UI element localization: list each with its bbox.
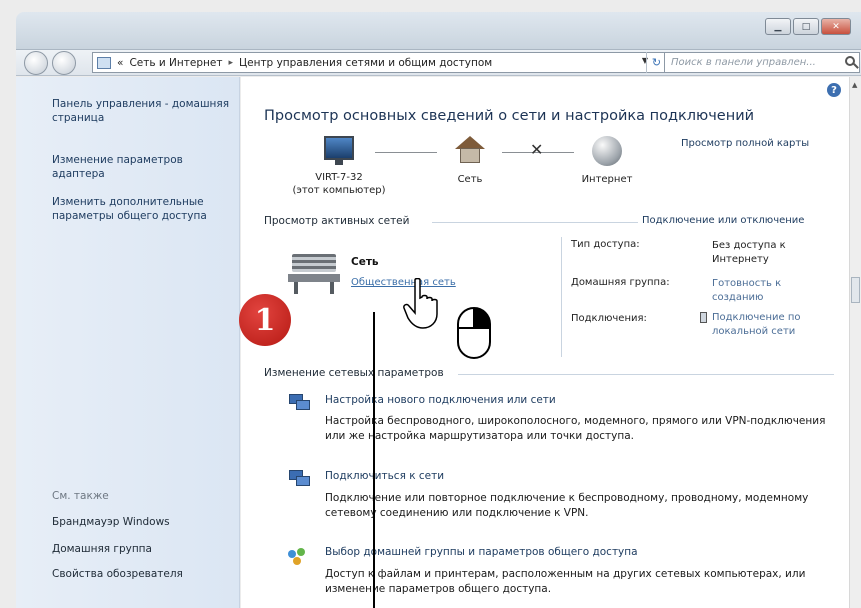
connections-label: Подключения: <box>571 313 647 324</box>
active-network-name: Сеть <box>351 256 379 268</box>
task-new-connection-link[interactable]: Настройка нового подключения или сети <box>325 394 556 406</box>
access-type-label: Тип доступа: <box>571 239 640 250</box>
sidebar-item-browser-properties[interactable]: Свойства обозревателя <box>52 568 183 580</box>
scroll-up-icon[interactable]: ▲ <box>852 81 857 89</box>
page-title: Просмотр основных сведений о сети и наст… <box>264 108 755 124</box>
map-node-internet: Интернет <box>574 136 640 185</box>
breadcrumb-separator: ▸ <box>228 57 233 68</box>
sidebar-item-sharing-settings[interactable]: Изменить дополнительные параметры общего… <box>52 195 232 223</box>
section-divider <box>458 374 834 375</box>
connect-network-icon <box>289 470 311 488</box>
computer-name: VIRT-7-32 <box>315 172 363 183</box>
computer-subtitle: (этот компьютер) <box>292 185 386 196</box>
hand-cursor-icon <box>403 278 438 329</box>
help-icon[interactable]: ? <box>827 83 841 97</box>
maximize-button[interactable]: □ <box>793 18 819 35</box>
forward-button[interactable] <box>52 51 76 75</box>
info-divider <box>561 237 562 357</box>
sidebar-item-adapter-settings[interactable]: Изменение параметров адаптера <box>52 153 232 181</box>
network-label: Сеть <box>457 174 483 185</box>
computer-icon <box>324 136 354 165</box>
internet-label: Интернет <box>581 174 633 185</box>
homegroup-value-link[interactable]: Готовность к созданию <box>712 277 832 305</box>
disconnected-x-icon: ✕ <box>530 140 544 159</box>
task-connect-link[interactable]: Подключиться к сети <box>325 470 444 482</box>
sidebar-item-home[interactable]: Панель управления - домашняя страница <box>52 97 232 125</box>
sidebar-item-homegroup[interactable]: Домашняя группа <box>52 543 152 555</box>
full-map-link[interactable]: Просмотр полной карты <box>681 138 809 149</box>
back-button[interactable] <box>24 51 48 75</box>
access-type-value: Без доступа к Интернету <box>712 240 786 265</box>
active-networks-heading: Просмотр активных сетей <box>264 215 410 227</box>
section-divider <box>432 222 638 223</box>
address-prefix: « <box>117 56 124 69</box>
task-new-connection-desc: Настройка беспроводного, широкополосного… <box>325 415 826 442</box>
public-network-icon <box>288 252 340 294</box>
task-connect-desc: Подключение или повторное подключение к … <box>325 492 809 519</box>
breadcrumb-network-center[interactable]: Центр управления сетями и общим доступом <box>239 57 492 69</box>
map-node-network: Сеть <box>440 136 500 185</box>
lan-connection-icon <box>700 312 707 323</box>
vertical-scrollbar[interactable]: ▲ <box>849 77 861 608</box>
globe-icon <box>592 136 622 166</box>
lan-connection-link[interactable]: Подключение по локальной сети <box>712 311 832 339</box>
network-icon <box>455 136 485 164</box>
address-bar[interactable]: « Сеть и Интернет ▸ Центр управления сет… <box>92 52 667 73</box>
control-panel-icon <box>97 56 111 69</box>
minimize-button[interactable]: ▁ <box>765 18 791 35</box>
mouse-icon <box>457 307 491 359</box>
map-node-computer: VIRT-7-32 (этот компьютер) <box>278 136 400 196</box>
map-link-line <box>375 152 437 153</box>
search-placeholder: Поиск в панели управлен... <box>671 57 816 68</box>
homegroup-icon <box>288 548 308 566</box>
close-button[interactable]: ✕ <box>821 18 851 35</box>
search-input[interactable]: Поиск в панели управлен... <box>664 52 860 73</box>
annotation-number-badge: 1 <box>239 294 291 346</box>
breadcrumb-network-internet[interactable]: Сеть и Интернет <box>129 57 222 69</box>
homegroup-label: Домашняя группа: <box>571 277 670 288</box>
search-icon[interactable] <box>845 56 855 66</box>
window-titlebar: ▁ □ ✕ <box>16 12 861 50</box>
scroll-thumb[interactable] <box>851 277 860 303</box>
sidebar: Панель управления - домашняя страница Из… <box>16 77 240 608</box>
annotation-pointer-line <box>373 312 375 608</box>
connect-disconnect-link[interactable]: Подключение или отключение <box>642 215 804 226</box>
task-homegroup-link[interactable]: Выбор домашней группы и параметров общег… <box>325 546 638 558</box>
see-also-heading: См. также <box>52 490 109 502</box>
refresh-button[interactable]: ↻ <box>646 52 666 73</box>
task-homegroup-desc: Доступ к файлам и принтерам, расположенн… <box>325 568 806 595</box>
network-setup-icon <box>289 394 311 412</box>
navigation-bar: « Сеть и Интернет ▸ Центр управления сет… <box>16 50 861 76</box>
change-settings-heading: Изменение сетевых параметров <box>264 367 444 379</box>
sidebar-item-firewall[interactable]: Брандмауэр Windows <box>52 516 170 528</box>
